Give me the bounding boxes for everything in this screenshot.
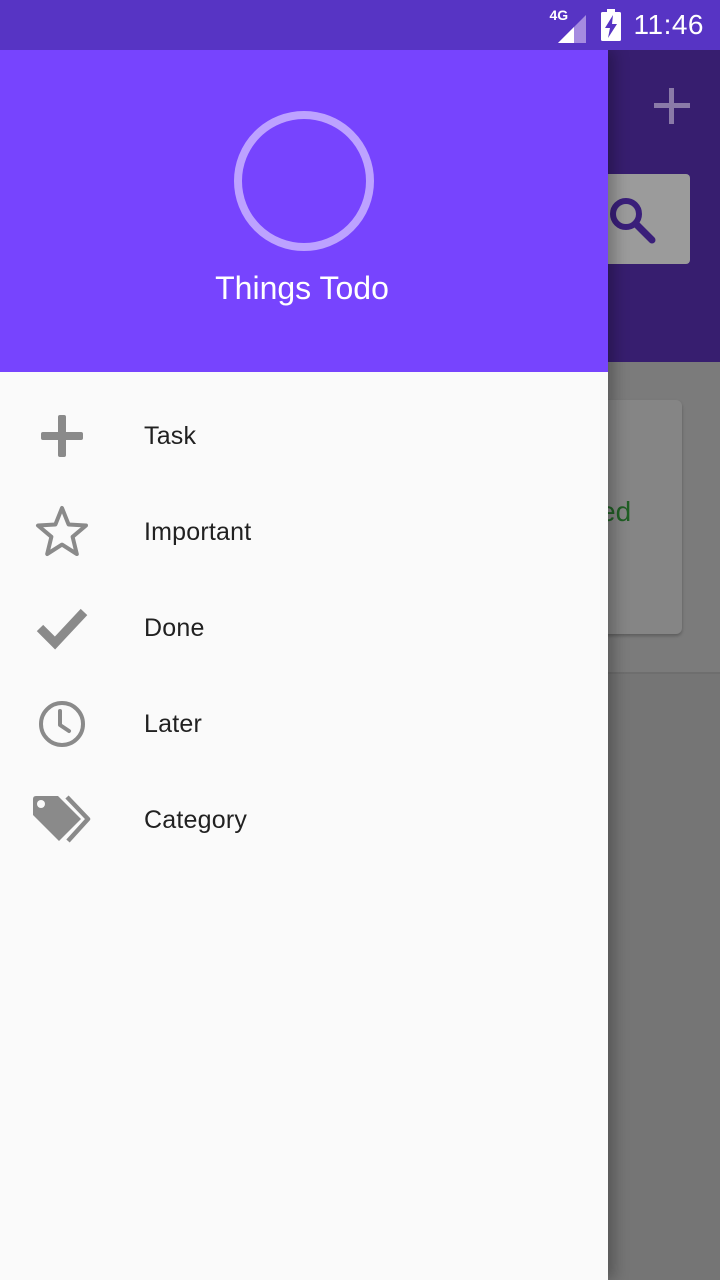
clock-icon — [30, 692, 94, 756]
drawer-item-label: Later — [144, 709, 202, 738]
drawer-item-task[interactable]: Task — [0, 388, 608, 484]
avatar[interactable] — [234, 111, 374, 251]
drawer-item-later[interactable]: Later — [0, 676, 608, 772]
plus-icon — [30, 404, 94, 468]
drawer-item-important[interactable]: Important — [0, 484, 608, 580]
drawer-header: Things Todo — [0, 50, 608, 372]
battery-charging-icon — [600, 9, 621, 41]
signal-icon — [557, 15, 586, 43]
star-icon — [30, 500, 94, 564]
tags-icon — [30, 788, 94, 852]
status-bar: 4G 11:46 — [0, 0, 720, 50]
drawer-title: Things Todo — [215, 270, 389, 306]
drawer-item-category[interactable]: Category — [0, 772, 608, 868]
search-icon — [610, 198, 656, 244]
drawer-item-label: Category — [144, 805, 248, 834]
drawer-item-label: Important — [144, 517, 252, 546]
navigation-drawer: Things Todo Task Important Done Later Ca… — [0, 50, 608, 1280]
clock-time: 11:46 — [633, 9, 704, 40]
drawer-menu: Task Important Done Later Category — [0, 388, 608, 868]
drawer-item-label: Task — [144, 421, 197, 450]
network-indicator: 4G — [550, 5, 588, 45]
status-icons: 4G 11:46 — [550, 0, 705, 50]
drawer-item-done[interactable]: Done — [0, 580, 608, 676]
check-icon — [30, 596, 94, 660]
add-icon — [654, 88, 690, 124]
drawer-item-label: Done — [144, 613, 205, 642]
